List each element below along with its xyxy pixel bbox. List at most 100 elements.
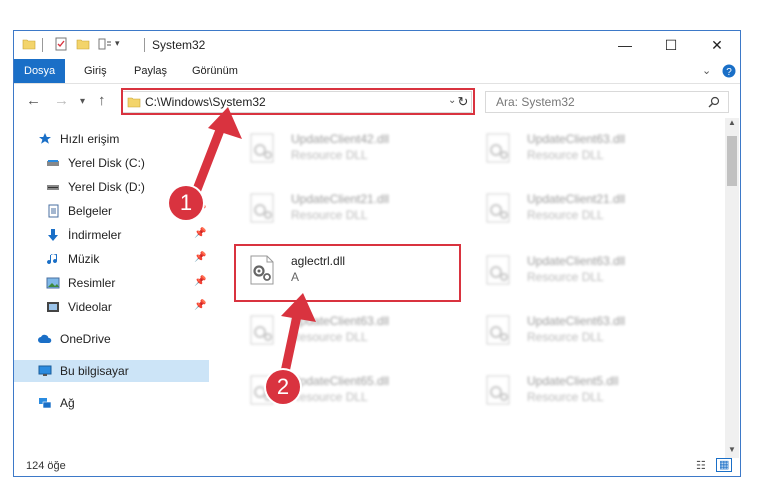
file-item[interactable]: UpdateClient42.dll Resource DLL: [241, 126, 471, 172]
file-description: Resource DLL: [527, 390, 604, 404]
dll-file-icon: [486, 193, 510, 223]
large-icons-view-icon[interactable]: ▦: [716, 458, 733, 472]
chevron-down-icon[interactable]: ▾: [115, 38, 120, 49]
sidebar-item-onedrive[interactable]: OneDrive: [14, 328, 209, 350]
sidebar-item-pictures[interactable]: Resimler 📌: [14, 272, 209, 294]
network-icon: [39, 398, 52, 409]
minimize-button[interactable]: —: [602, 31, 648, 59]
file-list: UpdateClient42.dll Resource DLL UpdateCl…: [211, 118, 723, 458]
dll-file-icon: [486, 255, 510, 285]
navigation-bar: ← → ▾ ↑ C:\Windows\System32 ⌄ ↻ Ara: Sys…: [14, 84, 740, 118]
sidebar-item-downloads[interactable]: İndirmeler 📌: [14, 224, 209, 246]
help-icon[interactable]: ?: [722, 64, 736, 78]
sidebar-item-quick-access[interactable]: Hızlı erişim: [14, 128, 209, 150]
file-description: Resource DLL: [527, 208, 604, 222]
tab-dosya[interactable]: Dosya: [14, 59, 66, 83]
file-item[interactable]: UpdateClient63.dll Resource DLL: [477, 126, 707, 172]
sidebar-item-this-pc[interactable]: Bu bilgisayar: [14, 360, 209, 382]
sidebar-item-local-disk-c[interactable]: Yerel Disk (C:): [14, 152, 209, 174]
ribbon-expand-icon[interactable]: ⌄: [702, 64, 711, 77]
explorer-window: ▾ System32 — ☐ ✕ Dosya Giriş Paylaş Görü…: [13, 30, 741, 477]
sidebar-item-label: OneDrive: [60, 332, 111, 346]
file-name: UpdateClient5.dll: [527, 374, 619, 388]
dll-file-icon: [250, 133, 274, 163]
dll-file-icon: [486, 375, 510, 405]
title-separator: [42, 38, 43, 52]
address-highlight-box: [121, 88, 475, 115]
file-item[interactable]: UpdateClient63.dll Resource DLL: [241, 308, 471, 354]
pin-icon[interactable]: 📌: [194, 228, 206, 239]
file-description: Resource DLL: [527, 270, 604, 284]
status-bar: 124 öğe ☷ ▦: [14, 458, 740, 476]
sidebar-item-label: Belgeler: [68, 204, 113, 218]
navigation-pane: Hızlı erişim Yerel Disk (C:) Yerel Disk …: [14, 118, 209, 443]
file-item[interactable]: UpdateClient63.dll Resource DLL: [477, 308, 707, 354]
new-folder-icon[interactable]: [76, 37, 90, 51]
drive-icon: [47, 160, 59, 166]
sidebar-item-label: Videolar: [68, 300, 112, 314]
sidebar-item-label: Ağ: [60, 396, 75, 410]
close-button[interactable]: ✕: [694, 31, 740, 59]
forward-arrow-icon[interactable]: →: [54, 92, 69, 109]
dll-file-icon: [486, 315, 510, 345]
pin-icon[interactable]: 📌: [194, 276, 206, 287]
back-arrow-icon[interactable]: ←: [26, 92, 41, 109]
recent-locations-icon[interactable]: ▾: [80, 96, 85, 107]
dll-file-icon: [486, 133, 510, 163]
documents-icon: [48, 204, 59, 218]
properties-icon[interactable]: [54, 37, 68, 51]
sidebar-item-network[interactable]: Ağ: [14, 392, 209, 414]
sidebar-item-label: Bu bilgisayar: [60, 364, 129, 378]
scroll-up-icon[interactable]: ▲: [728, 118, 736, 127]
sidebar-item-music[interactable]: Müzik 📌: [14, 248, 209, 270]
search-icon[interactable]: [708, 96, 720, 108]
maximize-button[interactable]: ☐: [648, 31, 694, 59]
details-view-icon[interactable]: ☷: [696, 459, 706, 472]
ribbon: Dosya Giriş Paylaş Görünüm ⌄ ?: [14, 59, 740, 84]
title-separator-2: [144, 38, 145, 52]
file-description: Resource DLL: [291, 330, 368, 344]
window-title: System32: [152, 38, 206, 52]
search-box[interactable]: Ara: System32: [485, 91, 729, 113]
scroll-thumb[interactable]: [727, 136, 737, 186]
pin-icon[interactable]: 📌: [194, 252, 206, 263]
folder-icon: [22, 39, 36, 50]
tab-giris[interactable]: Giriş: [74, 59, 117, 83]
sidebar-item-label: Yerel Disk (D:): [68, 180, 145, 194]
customize-toolbar-icon[interactable]: [98, 37, 112, 51]
video-icon: [47, 302, 59, 312]
file-description: Resource DLL: [291, 208, 368, 222]
sidebar-item-label: Yerel Disk (C:): [68, 156, 145, 170]
cloud-icon: [38, 334, 52, 343]
file-item[interactable]: UpdateClient63.dll Resource DLL: [477, 248, 707, 294]
file-description: Resource DLL: [291, 148, 368, 162]
star-icon: [39, 133, 51, 144]
dll-file-icon: [250, 193, 274, 223]
scroll-down-icon[interactable]: ▼: [728, 445, 736, 454]
drive-icon: [47, 185, 59, 190]
sidebar-item-label: Müzik: [68, 252, 100, 266]
file-item[interactable]: UpdateClient21.dll Resource DLL: [241, 186, 471, 232]
file-item[interactable]: UpdateClient5.dll Resource DLL: [477, 368, 707, 414]
file-name: UpdateClient65.dll: [291, 374, 390, 388]
vertical-scrollbar[interactable]: ▲ ▼: [725, 118, 739, 458]
file-name: UpdateClient21.dll: [527, 192, 626, 206]
step-1-badge: 1: [169, 186, 203, 220]
file-name: UpdateClient63.dll: [291, 314, 390, 328]
search-placeholder: Ara: System32: [496, 95, 575, 109]
file-highlight-box: [234, 244, 461, 302]
sidebar-item-videos[interactable]: Videolar 📌: [14, 296, 209, 318]
file-description: Resource DLL: [291, 390, 368, 404]
step-2-badge: 2: [266, 370, 300, 404]
file-name: UpdateClient63.dll: [527, 132, 626, 146]
pictures-icon: [46, 277, 60, 289]
pin-icon[interactable]: 📌: [194, 300, 206, 311]
tab-gorunum[interactable]: Görünüm: [182, 59, 248, 83]
tab-paylas[interactable]: Paylaş: [124, 59, 177, 83]
up-arrow-icon[interactable]: ↑: [98, 92, 106, 109]
item-count: 124 öğe: [26, 460, 66, 472]
file-name: UpdateClient63.dll: [527, 254, 626, 268]
file-item[interactable]: UpdateClient21.dll Resource DLL: [477, 186, 707, 232]
file-description: Resource DLL: [527, 148, 604, 162]
file-name: UpdateClient63.dll: [527, 314, 626, 328]
